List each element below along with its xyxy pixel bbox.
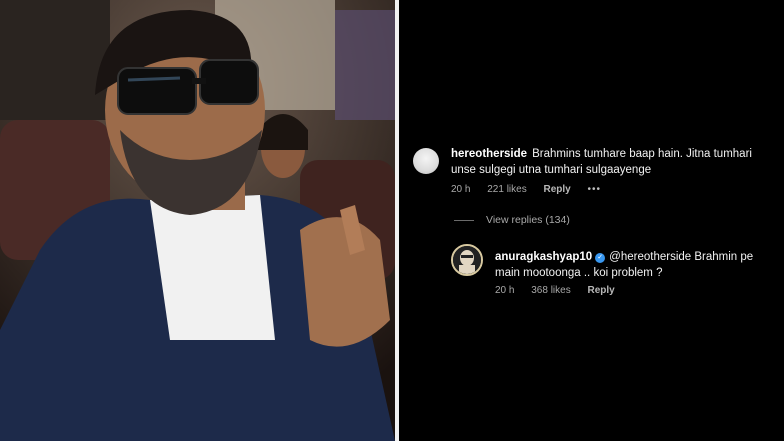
photo-illustration bbox=[0, 0, 395, 441]
view-replies-line bbox=[454, 219, 474, 221]
more-options-icon[interactable]: ••• bbox=[588, 184, 602, 195]
reply-username[interactable]: anuragkashyap10 bbox=[495, 251, 592, 263]
reply-meta: 20 h 368 likes Reply bbox=[495, 285, 629, 296]
reply-reply-button[interactable]: Reply bbox=[588, 285, 615, 296]
comment-time: 20 h bbox=[451, 184, 471, 195]
photo-man-in-sunglasses bbox=[0, 0, 395, 441]
comment-likes[interactable]: 221 likes bbox=[487, 184, 526, 195]
view-replies-label[interactable]: View replies (134) bbox=[486, 214, 570, 226]
user-avatar[interactable] bbox=[413, 148, 439, 174]
reply-text-block: anuragkashyap10 ✓ @hereotherside Brahmin p… bbox=[495, 249, 765, 281]
reply-time: 20 h bbox=[495, 285, 515, 296]
avatar-photo-icon bbox=[453, 246, 481, 274]
comment-text-block: hereotherside Brahmins tumhare baap hain.… bbox=[451, 146, 771, 178]
reply-user-avatar[interactable] bbox=[451, 244, 483, 276]
verified-badge-icon: ✓ bbox=[595, 253, 606, 263]
view-replies-link[interactable]: View replies (134) bbox=[454, 214, 570, 226]
reply-likes[interactable]: 368 likes bbox=[531, 285, 570, 296]
comment-reply-button[interactable]: Reply bbox=[544, 184, 571, 195]
comments-panel: hereotherside Brahmins tumhare baap hain.… bbox=[399, 0, 784, 441]
comment-username[interactable]: hereotherside bbox=[451, 148, 527, 160]
comment-meta: 20 h 221 likes Reply ••• bbox=[451, 184, 615, 195]
